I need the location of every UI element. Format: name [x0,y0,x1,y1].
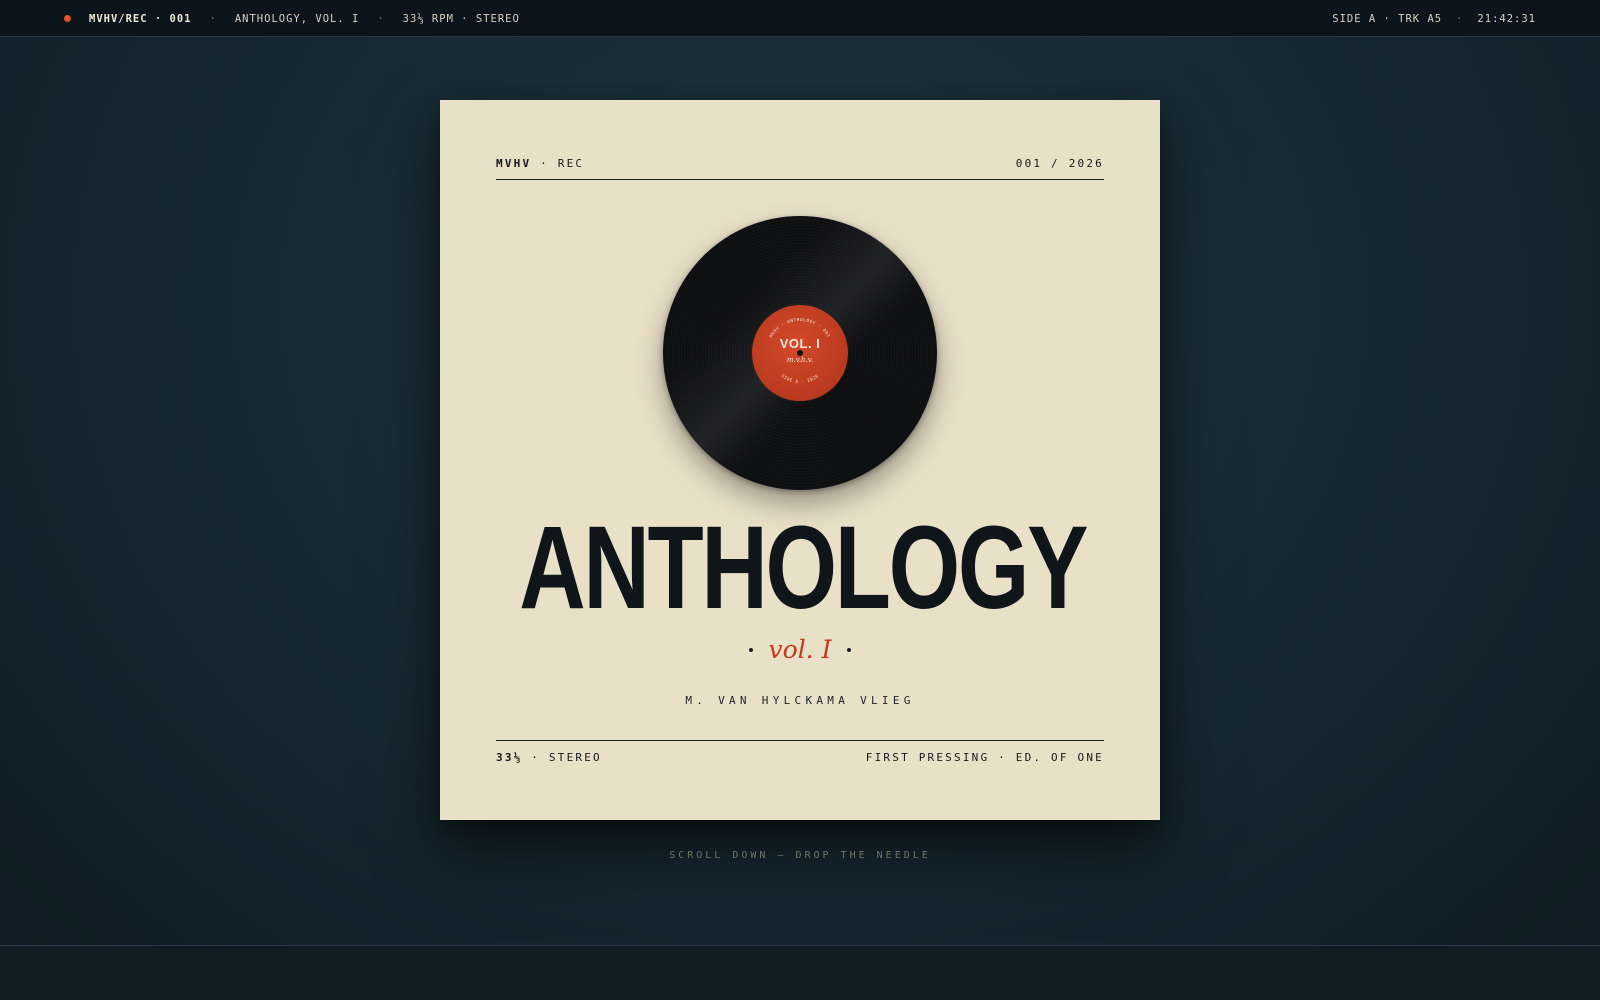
label-rec: · REC [531,157,585,170]
bullet-dot-icon [748,647,753,652]
album-cover: MVHV · REC 001 / 2026 MVHV · ANTHOLOGY ·… [440,100,1160,820]
catalog-number: 001 / 2026 [1015,157,1104,170]
speed-suffix: · STEREO [522,751,602,764]
spindle-hole [797,350,803,356]
top-status-bar: MVHV/REC · 001 · ANTHOLOGY, VOL. I · 33⅓… [0,0,1600,37]
separator: · [1456,12,1464,25]
vinyl-record[interactable]: MVHV · ANTHOLOGY · 001 SIDE A · 2026 VOL… [663,216,937,490]
status-right: SIDE A · TRK A5 · 21:42:31 [1332,0,1536,37]
scroll-hint: SCROLL DOWN — DROP THE NEEDLE [669,850,931,861]
clock: 21:42:31 [1477,12,1536,25]
separator: · [377,12,385,25]
volume-label: vol. I [768,635,832,664]
album-title: ANTHOLOGY [519,502,1088,634]
record-indicator-icon [64,15,71,22]
bottom-panel [0,945,1600,1000]
cover-header: MVHV · REC 001 / 2026 [496,157,1104,180]
artist-name: M. VAN HYLCKAMA VLIEG [685,694,915,707]
svg-text:SIDE A · 2026: SIDE A · 2026 [781,373,820,384]
record-label-title: VOL. I [779,336,821,351]
album-label: ANTHOLOGY, VOL. I [234,12,360,25]
record-center-label: MVHV · ANTHOLOGY · 001 SIDE A · 2026 VOL… [752,305,848,401]
track-label: SIDE A · TRK A5 [1332,12,1443,25]
bullet-dot-icon [847,647,852,652]
separator: · [209,12,217,25]
brand-label: MVHV/REC · 001 [89,12,192,25]
record-label-subtitle: m.v.h.v. [786,356,814,364]
status-left: MVHV/REC · 001 · ANTHOLOGY, VOL. I · 33⅓… [64,0,520,37]
format-label: 33⅓ RPM · STEREO [402,12,520,25]
speed-value: 33⅓ [496,751,523,764]
label-brand: MVHV [496,157,532,170]
speed-format: 33⅓ · STEREO [496,751,602,764]
label-name: MVHV · REC [496,157,584,179]
cover-footer: 33⅓ · STEREO FIRST PRESSING · ED. OF ONE [496,740,1104,764]
edition-label: FIRST PRESSING · ED. OF ONE [865,751,1104,764]
arc-bottom-text: SIDE A · 2026 [781,373,819,384]
volume-line: vol. I [440,635,1160,664]
